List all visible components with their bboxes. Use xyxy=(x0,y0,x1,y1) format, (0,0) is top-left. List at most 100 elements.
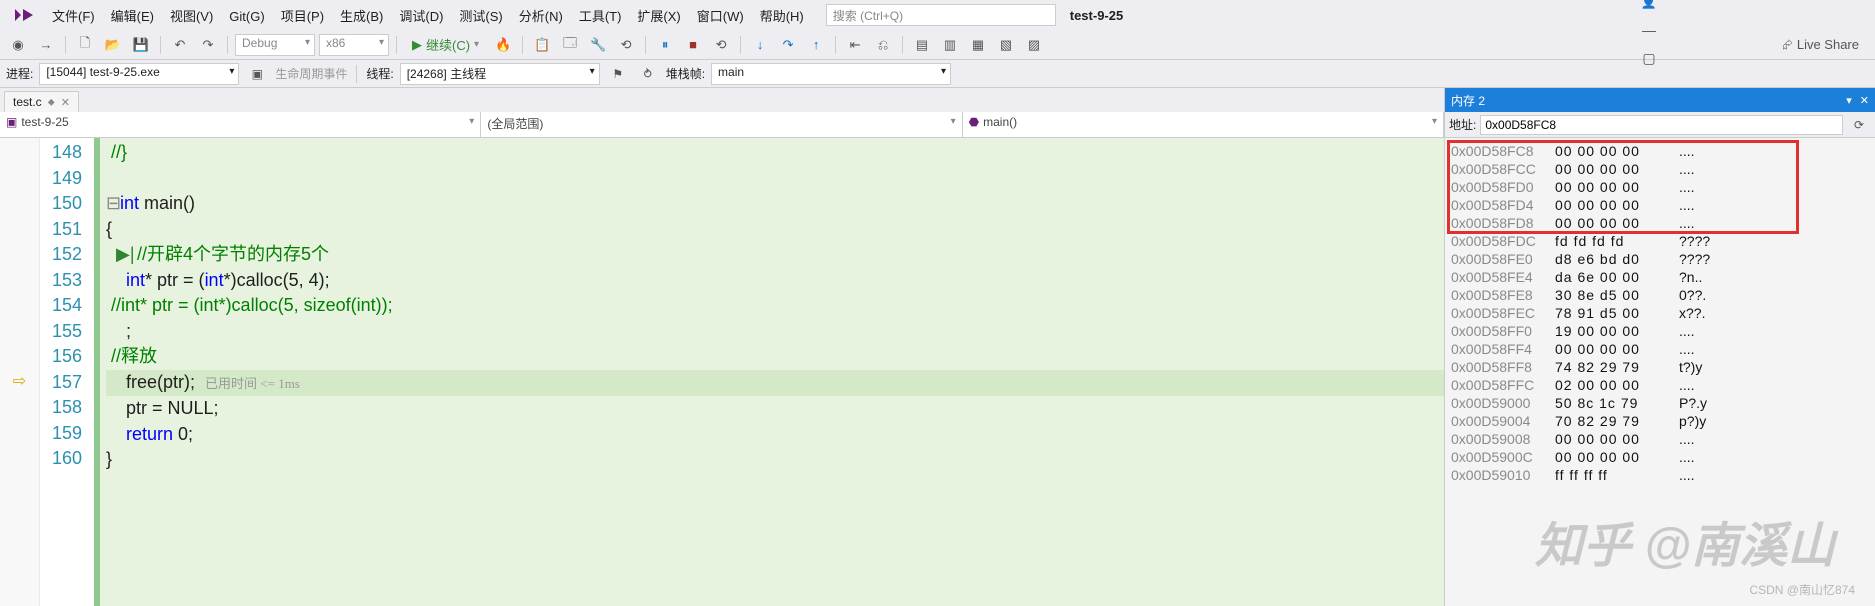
pin-icon[interactable]: ⬥ xyxy=(48,97,55,108)
code-area[interactable]: //} ⊟int main(){▶| //开辟4个字节的内存5个 int* pt… xyxy=(100,138,1444,606)
memory-row: 0x00D58FC800 00 00 00.... xyxy=(1451,142,1869,160)
redo-icon[interactable]: ↷ xyxy=(196,33,220,57)
thread-combo[interactable]: [24268] 主线程 xyxy=(400,63,600,85)
gutter: ⇨ xyxy=(0,138,40,606)
process-label: 进程: xyxy=(6,65,33,82)
nav-scope[interactable]: ▣test-9-25 xyxy=(0,112,481,137)
icon-c[interactable]: ⟲ xyxy=(614,33,638,57)
menu-item[interactable]: 扩展(X) xyxy=(629,6,688,27)
stack-combo[interactable]: main xyxy=(711,63,951,85)
menu-item[interactable]: 文件(F) xyxy=(44,6,103,27)
memory-title: 内存 2 xyxy=(1451,92,1485,109)
menu-item[interactable]: 工具(T) xyxy=(571,6,630,27)
refresh-icon[interactable]: ⟳ xyxy=(1847,113,1871,137)
flag-icon[interactable]: ⚑ xyxy=(606,62,630,86)
undo-icon[interactable]: ↶ xyxy=(168,33,192,57)
code-editor[interactable]: ⇨ 14814915015115215315415515615715815916… xyxy=(0,138,1444,606)
icon-g[interactable]: ▥ xyxy=(938,33,962,57)
nav-back-icon[interactable]: ◉ xyxy=(6,33,30,57)
func-icon: ⬣ xyxy=(969,115,979,129)
lifecycle-label: 生命周期事件 xyxy=(275,65,347,82)
step-into-icon[interactable]: ↓ xyxy=(748,33,772,57)
nav-func[interactable]: ⬣main() xyxy=(963,112,1444,137)
icon-d[interactable]: ⇤ xyxy=(843,33,867,57)
memory-row: 0x00D58FCC00 00 00 00.... xyxy=(1451,160,1869,178)
icon-e[interactable]: ⎌ xyxy=(871,33,895,57)
current-line-arrow-icon: ⇨ xyxy=(0,138,39,391)
memory-row: 0x00D5900050 8c 1c 79P?.y xyxy=(1451,394,1869,412)
lifecycle-icon[interactable]: ▣ xyxy=(245,62,269,86)
menu-bar: 文件(F)编辑(E)视图(V)Git(G)项目(P)生成(B)调试(D)测试(S… xyxy=(0,0,1875,30)
process-combo[interactable]: [15044] test-9-25.exe xyxy=(39,63,239,85)
save-icon[interactable]: 💾 xyxy=(129,33,153,57)
memory-row: 0x00D5900C00 00 00 00.... xyxy=(1451,448,1869,466)
memory-pane: 内存 2 ▾✕ 地址: ⟳ 0x00D58FC800 00 00 00....0… xyxy=(1445,88,1875,606)
icon-i[interactable]: ▧ xyxy=(994,33,1018,57)
memory-row: 0x00D58FE0d8 e6 bd d0???? xyxy=(1451,250,1869,268)
restart-icon[interactable]: ⟲ xyxy=(709,33,733,57)
step-over-icon[interactable]: ↷ xyxy=(776,33,800,57)
menu-item[interactable]: 视图(V) xyxy=(162,6,221,27)
file-tab[interactable]: test.c ⬥ ✕ xyxy=(4,91,79,112)
memory-row: 0x00D59010ff ff ff ff.... xyxy=(1451,466,1869,484)
menu-item[interactable]: Git(G) xyxy=(221,6,272,27)
project-name: test-9-25 xyxy=(1064,5,1304,26)
memory-title-bar[interactable]: 内存 2 ▾ ✕ xyxy=(1445,88,1875,112)
menu-item[interactable]: 生成(B) xyxy=(332,6,391,27)
stop-icon[interactable]: ■ xyxy=(681,33,705,57)
memory-row: 0x00D5900470 82 29 79p?)y xyxy=(1451,412,1869,430)
menu-item[interactable]: 帮助(H) xyxy=(752,6,812,27)
menu-item[interactable]: 窗口(W) xyxy=(689,6,752,27)
menu-item[interactable]: 分析(N) xyxy=(511,6,571,27)
memory-row: 0x00D58FD800 00 00 00.... xyxy=(1451,214,1869,232)
continue-button[interactable]: ▶继续(C)▾ xyxy=(404,33,487,56)
memory-row: 0x00D5900800 00 00 00.... xyxy=(1451,430,1869,448)
memory-row: 0x00D58FD000 00 00 00.... xyxy=(1451,178,1869,196)
hot-reload-icon[interactable]: 🔥 xyxy=(491,33,515,57)
memory-row: 0x00D58FF874 82 29 79t?)y xyxy=(1451,358,1869,376)
address-label: 地址: xyxy=(1449,116,1476,133)
memory-row: 0x00D58FD400 00 00 00.... xyxy=(1451,196,1869,214)
nav-scope2[interactable]: (全局范围) xyxy=(481,112,962,137)
address-row: 地址: ⟳ xyxy=(1445,112,1875,138)
icon-a[interactable]: 📋 xyxy=(530,33,554,57)
minimize-button[interactable]: — xyxy=(1636,22,1662,38)
memory-view[interactable]: 0x00D58FC800 00 00 00....0x00D58FCC00 00… xyxy=(1445,138,1875,606)
close-icon[interactable]: ✕ xyxy=(61,96,70,109)
icon-b[interactable]: 🗔 xyxy=(558,33,582,57)
file-tab-label: test.c xyxy=(13,95,42,109)
memory-row: 0x00D58FEC78 91 d5 00x??. xyxy=(1451,304,1869,322)
memory-row: 0x00D58FE830 8e d5 000??. xyxy=(1451,286,1869,304)
editor-pane: test.c ⬥ ✕ ▣test-9-25 (全局范围) ⬣main() ⇨ 1… xyxy=(0,88,1445,606)
pause-icon[interactable]: ⏸ xyxy=(653,33,677,57)
icon-j[interactable]: ▨ xyxy=(1022,33,1046,57)
thread-icon[interactable]: ⥁ xyxy=(636,62,660,86)
memory-row: 0x00D58FF400 00 00 00.... xyxy=(1451,340,1869,358)
project-icon: ▣ xyxy=(6,115,17,129)
open-icon[interactable]: 📂 xyxy=(101,33,125,57)
memory-row: 0x00D58FF019 00 00 00.... xyxy=(1451,322,1869,340)
panel-menu-icon[interactable]: ▾ xyxy=(1846,94,1852,107)
live-share-button[interactable]: ⮳Live Share xyxy=(1772,37,1869,53)
step-out-icon[interactable]: ↑ xyxy=(804,33,828,57)
search-input[interactable]: 搜索 (Ctrl+Q) xyxy=(826,4,1056,26)
menu-item[interactable]: 编辑(E) xyxy=(103,6,162,27)
address-input[interactable] xyxy=(1480,115,1843,135)
platform-combo[interactable]: x86 xyxy=(319,34,389,56)
icon-h[interactable]: ▦ xyxy=(966,33,990,57)
maximize-button[interactable]: ▢ xyxy=(1636,50,1662,67)
config-combo[interactable]: Debug xyxy=(235,34,315,56)
vs-logo-icon xyxy=(12,3,36,27)
new-icon[interactable]: 🗋 xyxy=(73,33,97,57)
wrench-icon[interactable]: 🔧 xyxy=(586,33,610,57)
share-icon: ⮳ xyxy=(1782,37,1792,53)
user-icon[interactable]: 👤 xyxy=(1641,0,1657,10)
memory-row: 0x00D58FE4da 6e 00 00?n.. xyxy=(1451,268,1869,286)
icon-f[interactable]: ▤ xyxy=(910,33,934,57)
nav-fwd-icon[interactable]: → xyxy=(34,33,58,57)
panel-close-icon[interactable]: ✕ xyxy=(1860,94,1869,107)
menu-item[interactable]: 调试(D) xyxy=(391,6,451,27)
play-icon: ▶ xyxy=(412,37,422,53)
menu-item[interactable]: 项目(P) xyxy=(273,6,332,27)
menu-item[interactable]: 测试(S) xyxy=(451,6,510,27)
